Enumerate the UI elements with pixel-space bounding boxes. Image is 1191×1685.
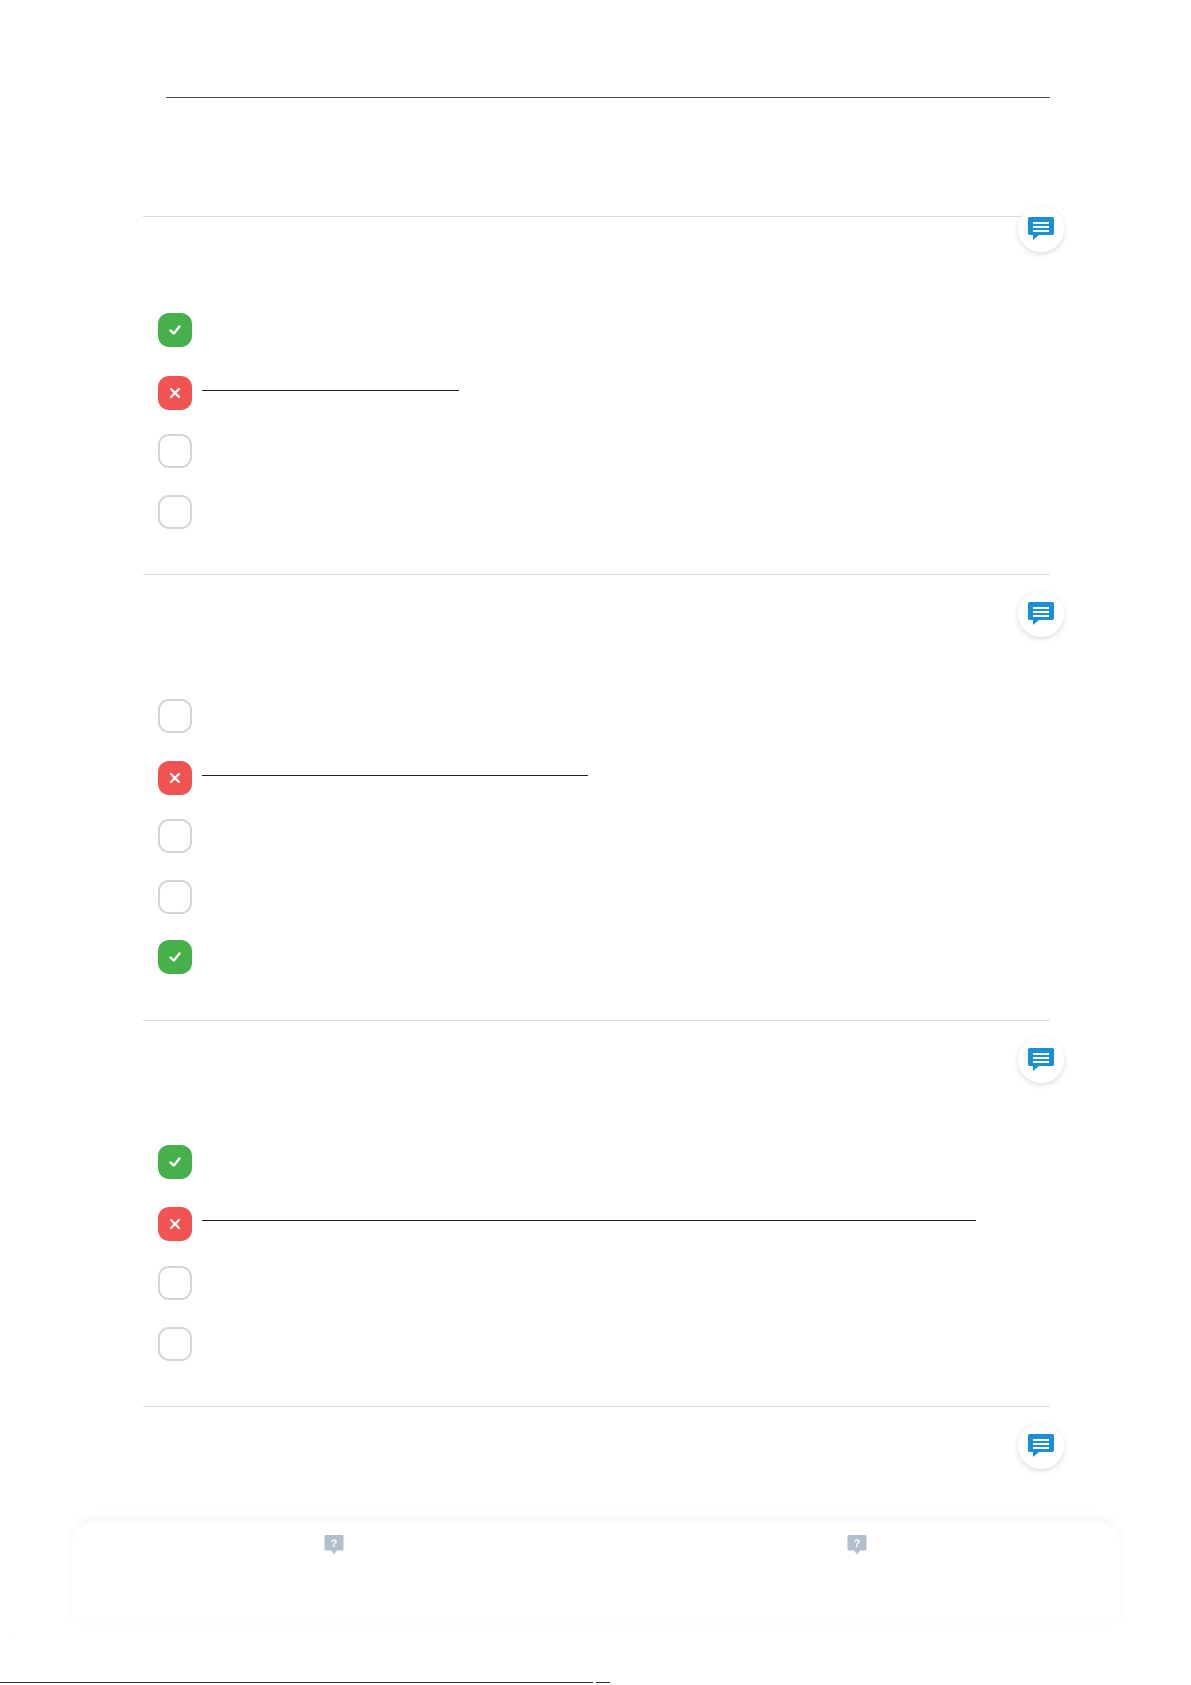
- question-3-divider: [143, 1020, 1050, 1021]
- question-4-comment-button[interactable]: [1018, 1423, 1064, 1469]
- question-2-option-2-underline: [202, 775, 588, 776]
- cross-icon: [169, 1218, 181, 1230]
- header-rule: [166, 97, 1050, 98]
- question-3-comment-button[interactable]: [1018, 1037, 1064, 1083]
- question-2-divider: [143, 574, 1050, 575]
- question-2-comment-button[interactable]: [1018, 591, 1064, 637]
- check-icon: [169, 1157, 181, 1167]
- comment-icon: [1028, 217, 1054, 240]
- footer-rule-short: [596, 1682, 610, 1683]
- svg-text:?: ?: [331, 1538, 338, 1550]
- footer-rule: [0, 1682, 593, 1683]
- comment-icon: [1028, 1434, 1054, 1457]
- question-1-option-2-wrong-marker[interactable]: [158, 376, 192, 410]
- question-3-option-1-correct-marker[interactable]: [158, 1145, 192, 1179]
- bottom-panel: [72, 1522, 1120, 1622]
- question-2-option-1-radio[interactable]: [158, 699, 192, 733]
- check-icon: [169, 325, 181, 335]
- question-2-option-2-wrong-marker[interactable]: [158, 761, 192, 795]
- question-1-option-3-radio[interactable]: [158, 434, 192, 468]
- question-icon: ?: [847, 1535, 867, 1555]
- question-2-option-4-radio[interactable]: [158, 880, 192, 914]
- question-1-option-4-radio[interactable]: [158, 495, 192, 529]
- question-1-option-1-correct-marker[interactable]: [158, 313, 192, 347]
- question-2-option-3-radio[interactable]: [158, 819, 192, 853]
- question-3-option-4-radio[interactable]: [158, 1327, 192, 1361]
- question-3-option-2-underline: [202, 1220, 976, 1221]
- comment-icon: [1028, 602, 1054, 625]
- question-3-option-3-radio[interactable]: [158, 1266, 192, 1300]
- cross-icon: [169, 387, 181, 399]
- question-3-option-2-wrong-marker[interactable]: [158, 1207, 192, 1241]
- comment-icon: [1028, 1048, 1054, 1071]
- check-icon: [169, 952, 181, 962]
- question-1-comment-button[interactable]: [1018, 206, 1064, 252]
- cross-icon: [169, 772, 181, 784]
- page-mark: ·: [10, 1636, 12, 1642]
- question-2-option-5-correct-marker[interactable]: [158, 940, 192, 974]
- question-1-option-2-underline: [202, 390, 459, 391]
- question-4-divider: [143, 1406, 1050, 1407]
- question-icon: ?: [324, 1535, 344, 1555]
- question-1-divider: [143, 216, 1050, 217]
- svg-text:?: ?: [854, 1538, 861, 1550]
- help-button-right[interactable]: ?: [847, 1534, 867, 1556]
- help-button-left[interactable]: ?: [324, 1534, 344, 1556]
